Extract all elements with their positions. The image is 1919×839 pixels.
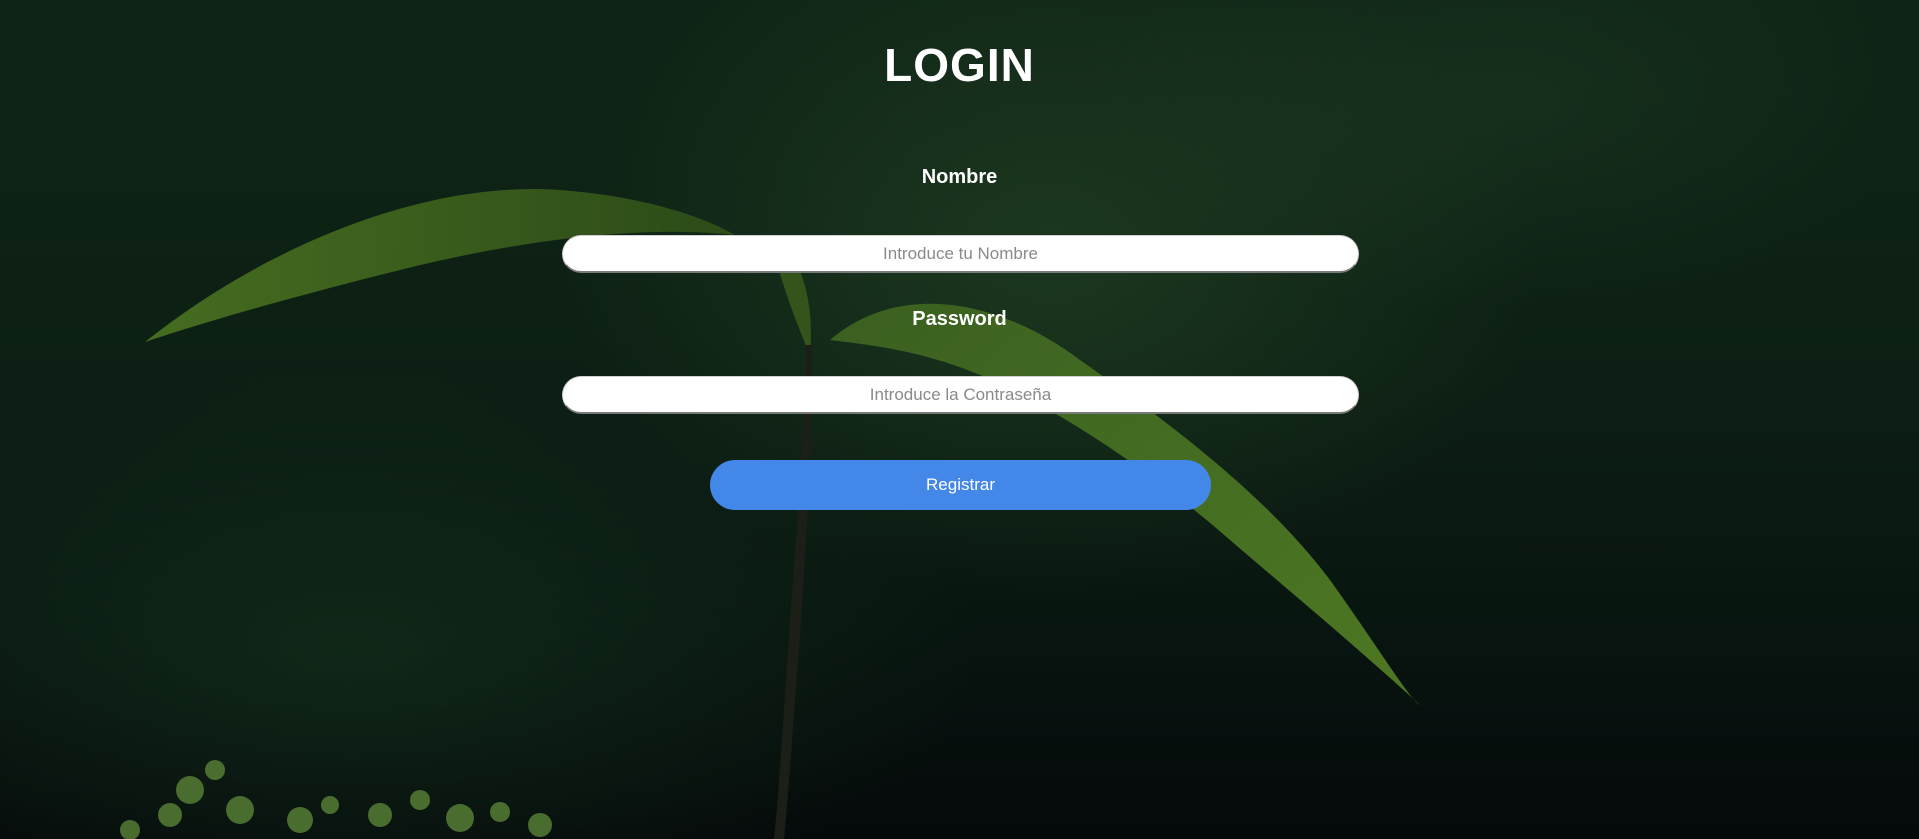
name-input[interactable]	[562, 235, 1359, 273]
register-button[interactable]: Registrar	[710, 460, 1211, 510]
password-label: Password	[912, 308, 1007, 330]
page-title: LOGIN	[884, 39, 1035, 91]
password-input[interactable]	[562, 376, 1359, 414]
name-label: Nombre	[921, 166, 998, 188]
login-form: LOGIN Nombre Password Registrar	[0, 0, 1919, 839]
